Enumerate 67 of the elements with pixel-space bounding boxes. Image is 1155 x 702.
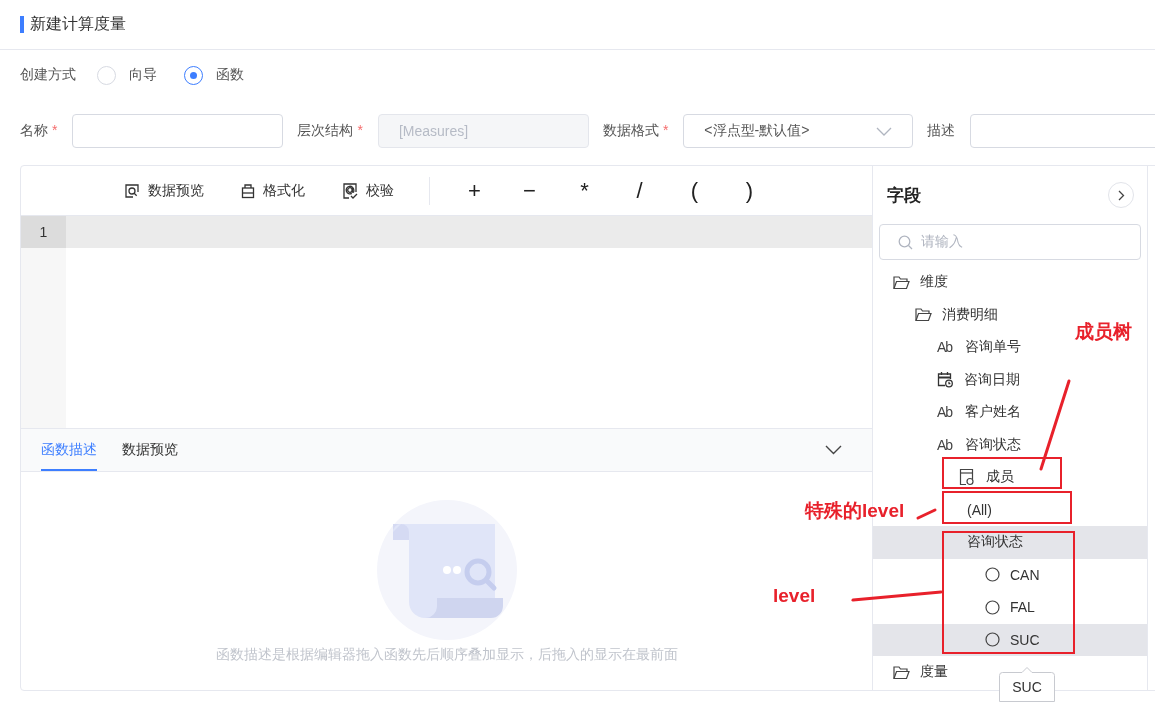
line-number: 1 [21,216,66,248]
chevron-down-icon [876,126,893,136]
tree-item[interactable]: 咨询状态 [967,533,1023,552]
tree-item[interactable]: (All) [967,501,992,518]
required-asterisk: * [52,122,58,138]
operator-button[interactable]: ) [722,177,777,204]
annotation-label: 成员树 [1075,320,1132,344]
tab[interactable]: 数据预览 [122,429,178,471]
folder-icon [915,307,932,323]
annotation-label: level [773,584,816,608]
toolbar-button[interactable]: 数据预览 [124,181,204,200]
annotation-label: 特殊的level [805,499,905,523]
tree-item[interactable]: 消费明细 [942,305,998,324]
field-label: 层次结构 [297,122,354,138]
toolbar-button[interactable]: 格式化 [241,181,305,200]
circle-icon [985,599,1000,615]
collapse-chevron-icon[interactable] [825,445,842,455]
text-type-icon: Ab [937,436,955,453]
empty-state-text: 函数描述是根据编辑器拖入函数先后顺序叠加显示，后拖入的显示在最前面 [215,646,678,664]
select-dropdown[interactable]: <浮点型-默认值> [683,114,914,148]
tree-item[interactable]: 度量 [920,663,948,682]
tree-item[interactable]: 维度 [920,273,948,292]
operator-button[interactable]: ( [667,177,722,204]
title-accent-bar [20,16,24,33]
circle-icon [985,632,1000,648]
required-asterisk: * [357,122,363,138]
calendar-clock-icon [937,371,954,389]
folder-icon [893,664,910,680]
tree-item[interactable]: SUC [1010,631,1040,648]
field-label: 名称 [20,122,48,138]
tree-item[interactable]: 客户姓名 [965,403,1021,422]
tree-item[interactable]: 咨询单号 [965,338,1021,357]
tab[interactable]: 函数描述 [41,429,97,471]
tree-item[interactable]: 咨询状态 [965,435,1021,454]
magnifier-icon [124,182,140,199]
text-input[interactable] [72,114,284,148]
radio-label: 函数 [216,66,244,84]
operator-button[interactable]: − [502,177,557,204]
member-tree-icon [959,468,976,487]
text-input[interactable] [970,114,1155,148]
field-label: 描述 [927,122,956,140]
tooltip: SUC [999,666,1055,702]
clipboard-icon [241,182,255,199]
tree-item[interactable]: FAL [1010,599,1035,616]
radio-label: 向导 [129,66,157,84]
required-asterisk: * [662,122,669,138]
page-title: 新建计算度量 [30,14,126,34]
create-mode-label: 创建方式 [20,66,76,84]
tree-item[interactable]: CAN [1010,566,1040,583]
search-placeholder: 请输入 [921,233,963,251]
folder-icon [893,274,910,290]
search-icon [898,234,913,250]
tree-item[interactable]: 咨询日期 [964,370,1020,389]
operator-button[interactable]: / [612,177,667,204]
chevron-right-icon [1117,189,1125,201]
document-check-icon [342,181,358,200]
operator-button[interactable]: * [557,177,612,204]
operator-button[interactable]: + [447,177,502,204]
toolbar-button[interactable]: 校验 [342,181,394,200]
tree-item[interactable]: 成员 [986,468,1014,487]
annotation-line [916,508,937,520]
panel-title: 字段 [887,184,921,207]
text-type-icon: Ab [937,404,955,421]
field-label: 数据格式 [602,122,659,138]
expand-button[interactable] [1108,182,1134,208]
circle-icon [985,567,1000,583]
text-type-icon: Ab [937,339,955,356]
